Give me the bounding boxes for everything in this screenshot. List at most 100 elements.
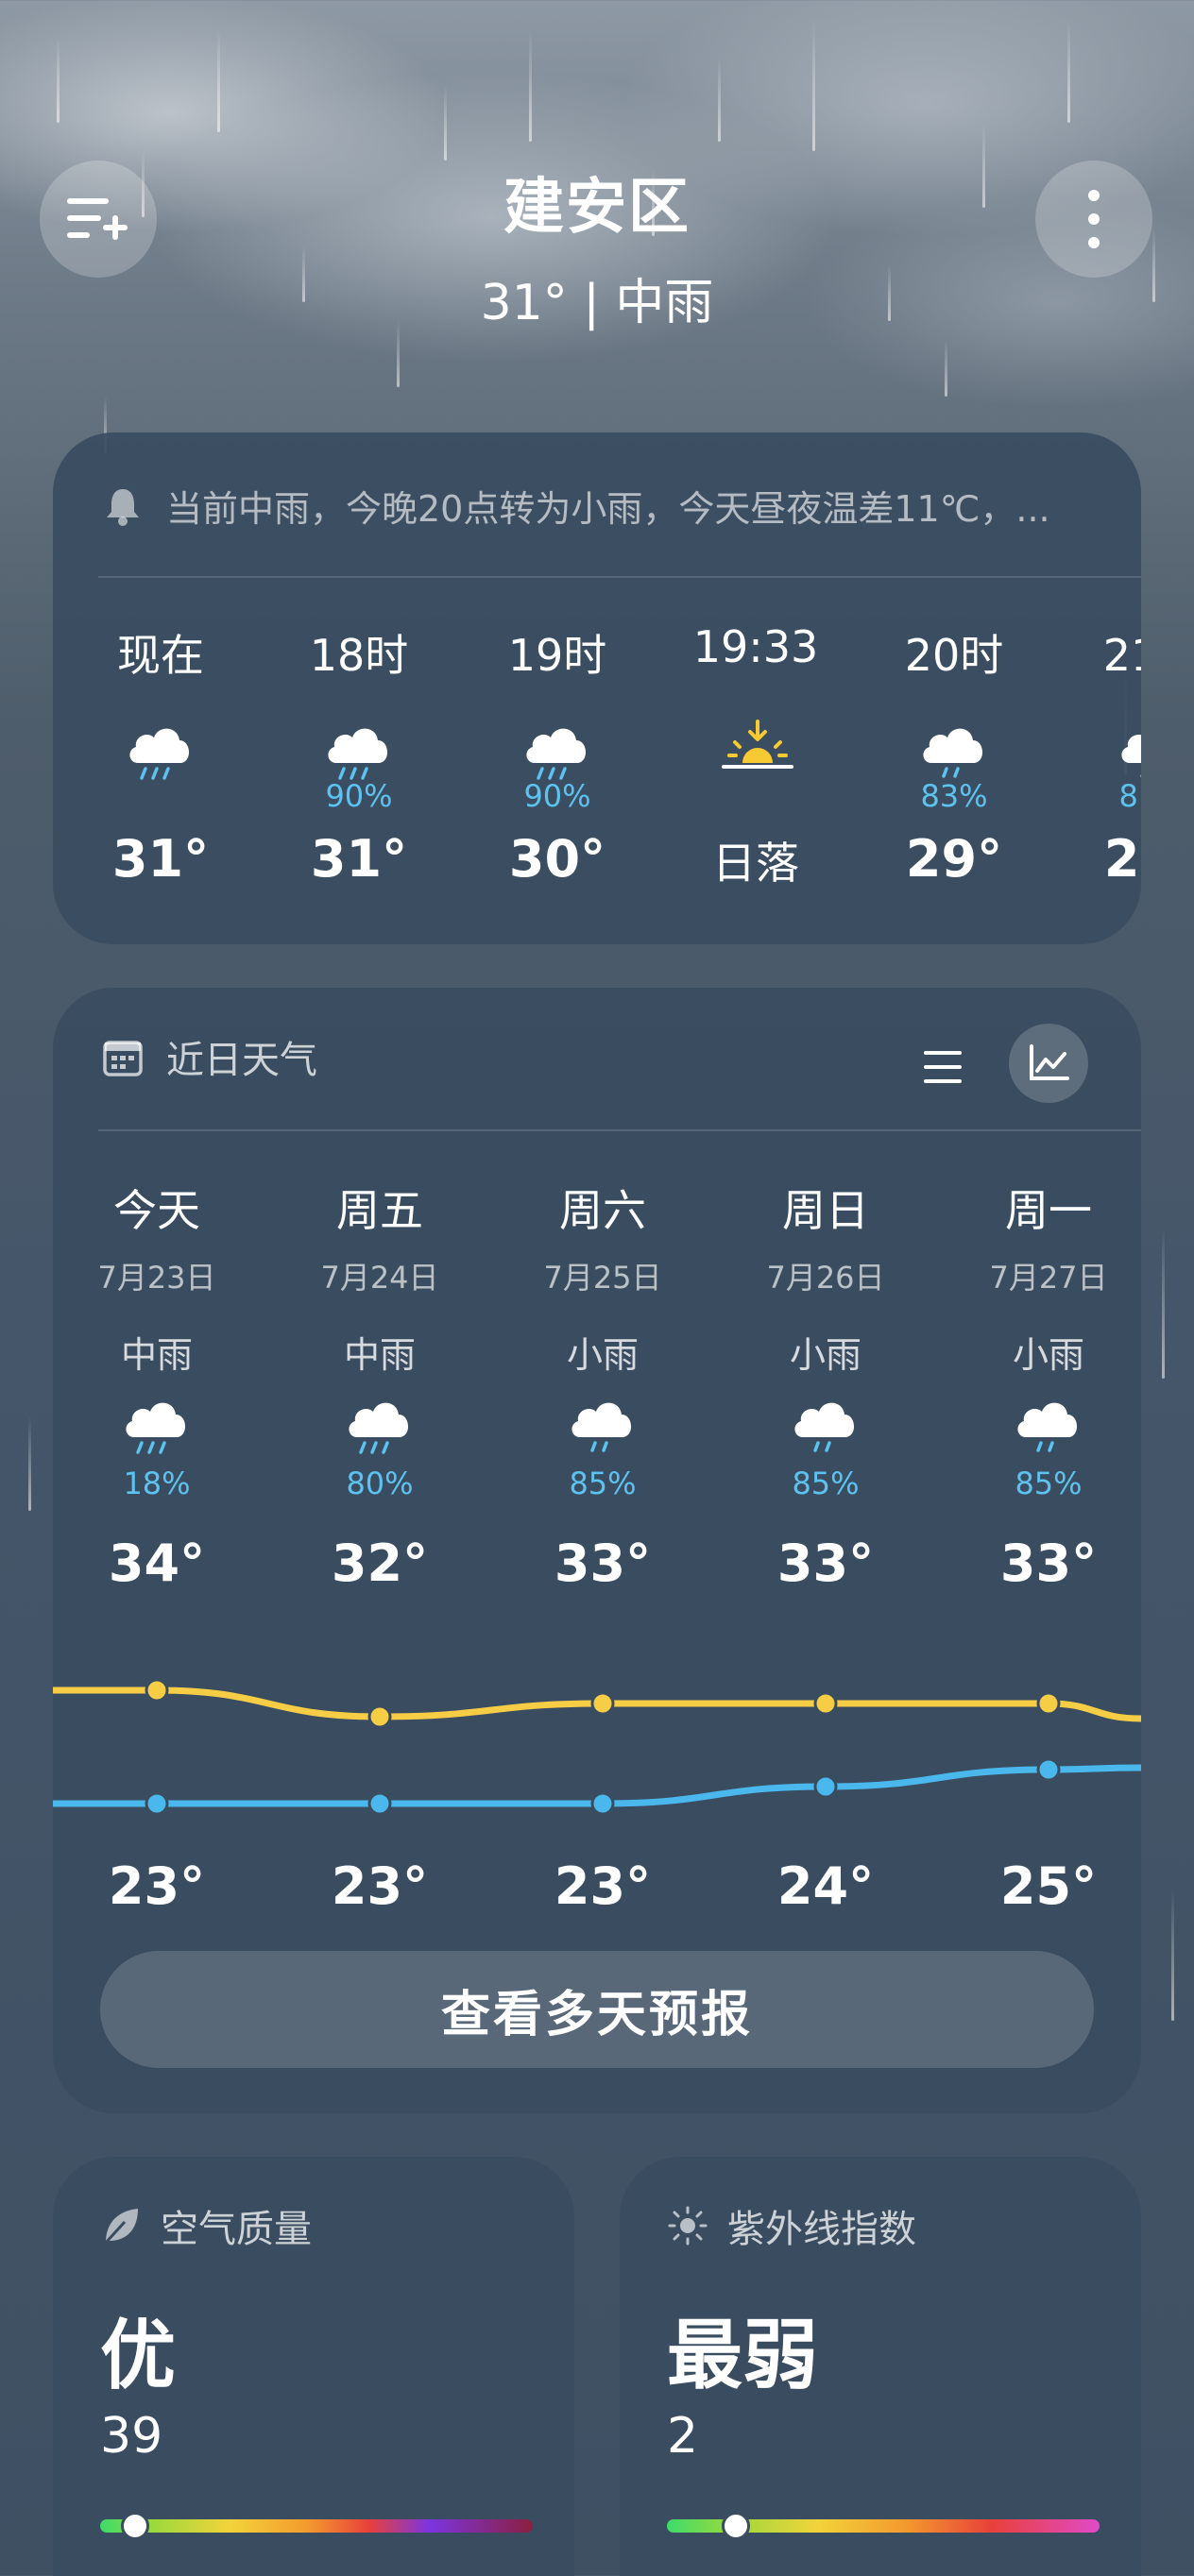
hourly-time: 20时: [904, 630, 1004, 681]
low-temp-point: [590, 1791, 615, 1816]
hourly-time: 21时: [1102, 630, 1141, 681]
air-quality-value: 39: [100, 2408, 163, 2465]
uv-index-card[interactable]: 紫外线指数 最弱 2: [620, 2157, 1141, 2576]
hourly-temperature: 29°: [905, 829, 1003, 889]
daily-date: 7月26日: [766, 1260, 885, 1296]
low-temp-point: [145, 1791, 169, 1816]
daily-day: 周五: [336, 1185, 423, 1236]
list-view-icon: [924, 1051, 962, 1083]
rain-streak: [1162, 1228, 1165, 1379]
daily-condition: 中雨: [343, 1334, 416, 1376]
rain-streak: [529, 28, 532, 142]
hourly-icon: [718, 716, 797, 786]
rain-cloud-icon: [349, 1402, 409, 1454]
hourly-icon: [321, 716, 397, 786]
low-temp-point: [813, 1774, 838, 1799]
city-name: 建安区: [503, 173, 691, 243]
hourly-icon: [916, 716, 992, 786]
rain-streak: [444, 85, 447, 161]
air-quality-level: 优: [100, 2312, 176, 2399]
sun-icon: [668, 2206, 708, 2246]
high-temp-point: [590, 1691, 615, 1716]
chart-view-button[interactable]: [1009, 1024, 1088, 1103]
hourly-time: 18时: [309, 630, 409, 681]
hourly-temperature: 日落: [712, 838, 799, 889]
light-rain-cloud-icon: [571, 1402, 632, 1452]
daily-icon: [1011, 1390, 1086, 1460]
rain-streak: [1171, 1889, 1174, 2021]
hourly-precip-chance: 81%: [1118, 778, 1141, 814]
daily-high-temp: 34°: [108, 1534, 206, 1593]
hourly-precip-chance: 83%: [920, 778, 988, 814]
rain-streak: [945, 340, 947, 397]
daily-precip-chance: 85%: [1015, 1466, 1083, 1501]
rain-streak: [28, 1416, 31, 1511]
daily-low-temp: 23°: [108, 1856, 206, 1916]
daily-precip-chance: 18%: [123, 1466, 191, 1501]
hourly-temperature: 31°: [310, 829, 408, 889]
hourly-time: 19时: [507, 630, 607, 681]
low-temp-point: [367, 1791, 392, 1816]
temperature-trend-chart: [53, 1678, 1141, 1816]
air-quality-gauge: [100, 2519, 533, 2533]
daily-condition: 中雨: [120, 1334, 193, 1376]
daily-high-temp: 33°: [554, 1534, 652, 1593]
high-temp-point: [367, 1704, 392, 1729]
daily-low-temp: 25°: [999, 1856, 1098, 1916]
daily-icon: [342, 1390, 418, 1460]
daily-condition: 小雨: [566, 1334, 639, 1376]
daily-condition: 小雨: [789, 1334, 861, 1376]
daily-high-temp: 33°: [776, 1534, 875, 1593]
rain-streak: [718, 57, 721, 142]
rain-cloud-icon: [526, 728, 587, 780]
light-rain-cloud-icon: [1121, 735, 1141, 778]
chart-view-icon: [1030, 1044, 1069, 1080]
rain-streak: [1067, 19, 1070, 123]
divider: [98, 1129, 1141, 1131]
hourly-time: 19:33: [692, 621, 819, 672]
hourly-precip-chance: 90%: [325, 778, 393, 814]
daily-icon: [565, 1390, 640, 1460]
uv-index-level: 最弱: [667, 2312, 818, 2399]
daily-day: 今天: [113, 1185, 200, 1236]
more-options-button[interactable]: [1035, 161, 1152, 278]
rain-streak: [217, 28, 220, 132]
low-temp-point: [1036, 1757, 1061, 1782]
high-temp-point: [1036, 1691, 1061, 1716]
hourly-icon: [520, 716, 595, 786]
light-rain-cloud-icon: [1017, 1402, 1078, 1452]
divider: [98, 576, 1141, 578]
daily-icon: [788, 1390, 863, 1460]
air-quality-title: 空气质量: [161, 2208, 312, 2251]
hourly-temperature: 31°: [111, 829, 210, 889]
rain-cloud-icon: [328, 728, 388, 780]
high-temp-point: [813, 1691, 838, 1716]
leaf-icon: [104, 2209, 138, 2245]
rain-streak: [57, 38, 60, 123]
more-vertical-icon: [1088, 190, 1100, 248]
daily-precip-chance: 85%: [792, 1466, 860, 1501]
daily-condition: 小雨: [1012, 1334, 1084, 1376]
daily-day: 周一: [1005, 1185, 1092, 1236]
rain-streak: [812, 19, 815, 151]
more-days-forecast-button[interactable]: 查看多天预报: [100, 1951, 1094, 2068]
rain-cloud-icon: [129, 728, 190, 780]
alert-text: 当前中雨，今晚20点转为小雨，今天昼夜温差11℃，...: [166, 488, 1050, 530]
daily-day: 周六: [559, 1185, 646, 1236]
daily-icon: [119, 1390, 195, 1460]
list-view-button[interactable]: [905, 1029, 981, 1105]
daily-day: 周日: [782, 1185, 869, 1236]
high-temp-point: [145, 1678, 169, 1703]
hourly-precip-chance: 90%: [523, 778, 591, 814]
weather-alert[interactable]: 当前中雨，今晚20点转为小雨，今天昼夜温差11℃，...: [102, 480, 1050, 532]
air-quality-card[interactable]: 空气质量 优 39: [53, 2157, 574, 2576]
daily-low-temp: 23°: [331, 1856, 429, 1916]
uv-index-title: 紫外线指数: [727, 2208, 916, 2251]
hourly-temperature: 29°: [1103, 829, 1141, 889]
daily-date: 7月27日: [989, 1260, 1108, 1296]
hourly-icon: [123, 716, 198, 786]
current-summary: 31° | 中雨: [480, 275, 714, 331]
light-rain-cloud-icon: [794, 1402, 855, 1452]
calendar-icon: [103, 1041, 143, 1076]
rain-cloud-icon: [126, 1402, 186, 1454]
